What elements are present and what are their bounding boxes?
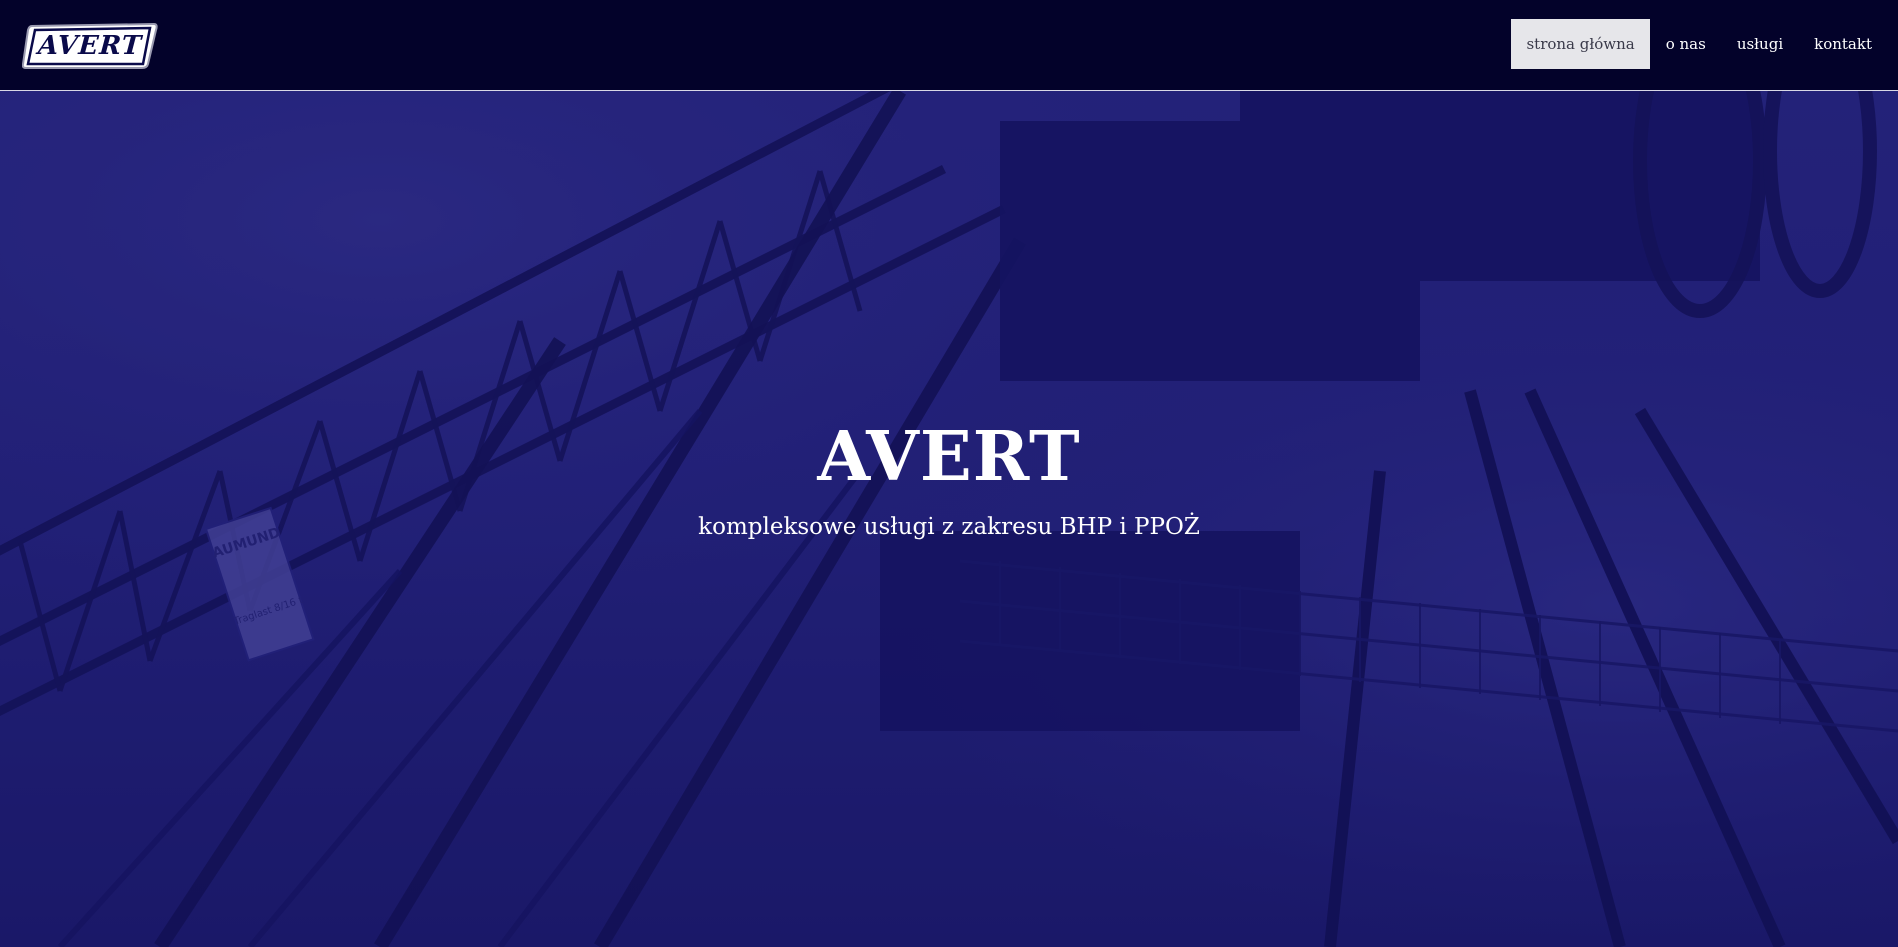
logo-text: AVERT [37, 31, 143, 61]
hero-section: AUMUND Traglast 8/16 t AVERT kompleksowe… [0, 91, 1898, 947]
site-header: AVERT strona główna o nas usługi kontakt [0, 0, 1898, 91]
page: AVERT strona główna o nas usługi kontakt [0, 0, 1898, 947]
logo[interactable]: AVERT [22, 22, 158, 70]
hero-subtitle: kompleksowe usługi z zakresu BHP i PPOŻ [698, 514, 1200, 540]
nav-item-strona-glowna[interactable]: strona główna [1511, 19, 1650, 69]
hero-title: AVERT [817, 417, 1081, 497]
nav-item-o-nas[interactable]: o nas [1651, 19, 1721, 69]
main-nav: strona główna o nas usługi kontakt [1511, 19, 1898, 69]
nav-item-kontakt[interactable]: kontakt [1799, 19, 1887, 69]
nav-item-uslugi[interactable]: usługi [1722, 19, 1798, 69]
